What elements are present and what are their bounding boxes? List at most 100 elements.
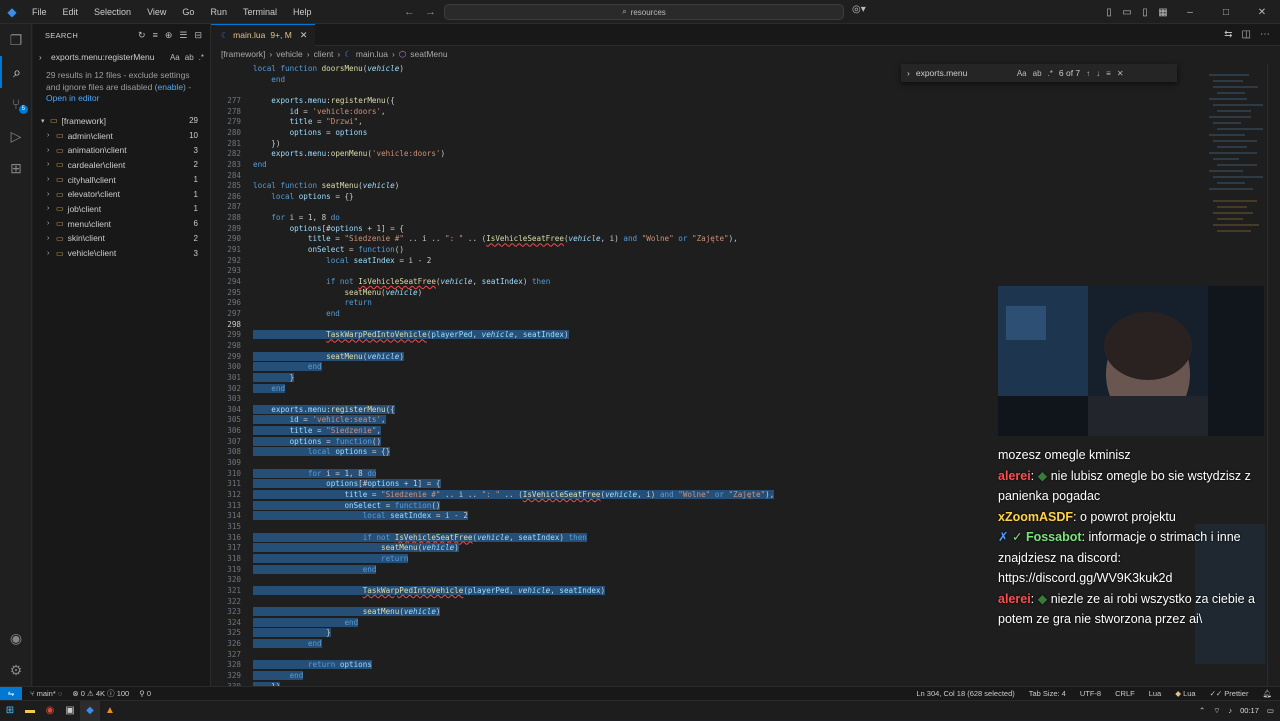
- tree-item[interactable]: › ▭ admin\client 10: [33, 128, 210, 143]
- problems-indicator[interactable]: ⊗ 0 ⚠ 4K ⓘ 100: [72, 688, 129, 699]
- tree-item[interactable]: › ▭ menu\client 6: [33, 216, 210, 231]
- enable-link[interactable]: enable: [158, 82, 184, 92]
- whole-word-icon[interactable]: ab: [1033, 69, 1042, 78]
- vertical-scrollbar[interactable]: [1267, 64, 1280, 686]
- customize-layout-icon[interactable]: ▦: [1155, 7, 1171, 18]
- ports-indicator[interactable]: ⚲ 0: [139, 689, 151, 698]
- menu-view[interactable]: View: [139, 0, 174, 24]
- breadcrumb-item[interactable]: main.lua: [356, 49, 388, 59]
- collapse-all-icon[interactable]: ⊟: [194, 30, 202, 41]
- split-editor-icon[interactable]: ◫: [1242, 29, 1251, 40]
- open-in-editor-link[interactable]: Open in editor: [46, 93, 99, 103]
- code-line[interactable]: 293: [211, 266, 1201, 277]
- minimize-icon[interactable]: –: [1173, 7, 1207, 18]
- previous-match-icon[interactable]: ↑: [1086, 69, 1090, 78]
- run-debug-icon[interactable]: ▷: [0, 120, 32, 152]
- whole-word-icon[interactable]: ab: [185, 53, 194, 62]
- menu-run[interactable]: Run: [202, 0, 235, 24]
- cursor-position[interactable]: Ln 304, Col 18 (628 selected): [916, 689, 1014, 698]
- regex-icon[interactable]: .*: [199, 53, 204, 62]
- notification-center-icon[interactable]: ▭: [1267, 706, 1274, 715]
- code-line[interactable]: 282 exports.menu:openMenu('vehicle:doors…: [211, 149, 1201, 160]
- code-line[interactable]: 292 local seatIndex = i - 2: [211, 256, 1201, 267]
- maximize-icon[interactable]: □: [1209, 7, 1243, 18]
- source-control-icon[interactable]: ⑂ 5: [0, 88, 32, 120]
- code-line[interactable]: 278 id = 'vehicle:doors',: [211, 107, 1201, 118]
- code-line[interactable]: 285 local function seatMenu(vehicle): [211, 181, 1201, 192]
- toggle-secondary-sidebar-icon[interactable]: ▯: [1137, 7, 1153, 18]
- lua-server-status[interactable]: ◆ Lua: [1175, 689, 1195, 698]
- code-line[interactable]: 290 title = "Siedzenie #" .. i .. ": " .…: [211, 234, 1201, 245]
- encoding[interactable]: UTF-8: [1080, 689, 1101, 698]
- language-mode[interactable]: Lua: [1149, 689, 1162, 698]
- network-icon[interactable]: ⌔: [1213, 706, 1220, 716]
- code-line[interactable]: 328 return options: [211, 660, 1201, 671]
- file-explorer-icon[interactable]: ▬: [20, 701, 40, 721]
- tree-item[interactable]: › ▭ vehicle\client 3: [33, 246, 210, 261]
- code-line[interactable]: 289 options[#options + 1] = {: [211, 224, 1201, 235]
- command-center[interactable]: ⌕ resources: [444, 4, 844, 20]
- view-as-tree-icon[interactable]: ☰: [179, 30, 187, 41]
- regex-icon[interactable]: .*: [1048, 69, 1053, 78]
- toggle-replace-icon[interactable]: ›: [907, 68, 910, 78]
- toggle-sidebar-icon[interactable]: ▯: [1101, 7, 1117, 18]
- next-match-icon[interactable]: ↓: [1096, 69, 1100, 78]
- tree-item[interactable]: › ▭ job\client 1: [33, 202, 210, 217]
- menu-go[interactable]: Go: [174, 0, 202, 24]
- volume-icon[interactable]: ♪: [1228, 706, 1232, 715]
- terminal-icon[interactable]: ▣: [60, 701, 80, 721]
- match-case-toggle[interactable]: Aa: [1017, 69, 1027, 78]
- windows-start-icon[interactable]: ⊞: [0, 701, 20, 721]
- tab-size[interactable]: Tab Size: 4: [1029, 689, 1066, 698]
- tab-main-lua[interactable]: ☾ main.lua 9+, M ✕: [211, 23, 316, 46]
- copilot-icon[interactable]: ◎▾: [852, 4, 866, 15]
- refresh-icon[interactable]: ↻: [138, 30, 146, 41]
- close-window-icon[interactable]: ✕: [1245, 7, 1279, 18]
- menu-help[interactable]: Help: [285, 0, 320, 24]
- code-line[interactable]: 326 end: [211, 639, 1201, 650]
- tree-item[interactable]: › ▭ skin\client 2: [33, 231, 210, 246]
- menu-terminal[interactable]: Terminal: [235, 0, 285, 24]
- app-icon[interactable]: ▲: [100, 701, 120, 721]
- code-line[interactable]: 279 title = "Drzwi",: [211, 117, 1201, 128]
- close-tab-icon[interactable]: ✕: [300, 30, 308, 41]
- menu-edit[interactable]: Edit: [55, 0, 87, 24]
- breadcrumb-item[interactable]: seatMenu: [410, 49, 447, 59]
- code-line[interactable]: 327: [211, 650, 1201, 661]
- match-case-toggle[interactable]: Aa: [170, 53, 180, 62]
- back-arrow-icon[interactable]: ←: [404, 6, 415, 18]
- close-find-icon[interactable]: ✕: [1117, 69, 1124, 78]
- clear-results-icon[interactable]: ≡: [153, 30, 158, 41]
- code-line[interactable]: 325 }: [211, 628, 1201, 639]
- code-line[interactable]: 286 local options = {}: [211, 192, 1201, 203]
- code-line[interactable]: 281 }): [211, 139, 1201, 150]
- code-line[interactable]: 280 options = options: [211, 128, 1201, 139]
- explorer-icon[interactable]: ❐: [0, 24, 32, 56]
- code-line[interactable]: 277 exports.menu:registerMenu({: [211, 96, 1201, 107]
- more-actions-icon[interactable]: ⋯: [1260, 29, 1270, 40]
- forward-arrow-icon[interactable]: →: [425, 6, 436, 18]
- code-line[interactable]: [211, 85, 1201, 96]
- end-of-line[interactable]: CRLF: [1115, 689, 1135, 698]
- tree-item[interactable]: › ▭ cardealer\client 2: [33, 158, 210, 173]
- breadcrumb-item[interactable]: vehicle: [276, 49, 302, 59]
- search-view-icon[interactable]: ⌕: [0, 56, 32, 88]
- account-icon[interactable]: ◉: [0, 622, 32, 654]
- find-in-selection-icon[interactable]: ≡: [1106, 69, 1111, 78]
- tree-item[interactable]: › ▭ animation\client 3: [33, 143, 210, 158]
- remote-indicator-icon[interactable]: ⇋: [0, 686, 22, 701]
- code-line[interactable]: 284: [211, 171, 1201, 182]
- compare-changes-icon[interactable]: ⇆: [1224, 29, 1232, 40]
- code-line[interactable]: 288 for i = 1, 8 do: [211, 213, 1201, 224]
- menu-file[interactable]: File: [24, 0, 55, 24]
- find-input[interactable]: [915, 68, 1011, 78]
- search-input[interactable]: [49, 52, 165, 62]
- code-line[interactable]: 287: [211, 202, 1201, 213]
- tree-item[interactable]: › ▭ elevator\client 1: [33, 187, 210, 202]
- code-line[interactable]: 329 end: [211, 671, 1201, 682]
- branch-indicator[interactable]: ⑂ main* ◌: [30, 689, 62, 698]
- toggle-replace-icon[interactable]: ›: [39, 53, 49, 62]
- code-line[interactable]: 283 end: [211, 160, 1201, 171]
- clock[interactable]: 00:17: [1240, 706, 1259, 715]
- extensions-icon[interactable]: ⊞: [0, 152, 32, 184]
